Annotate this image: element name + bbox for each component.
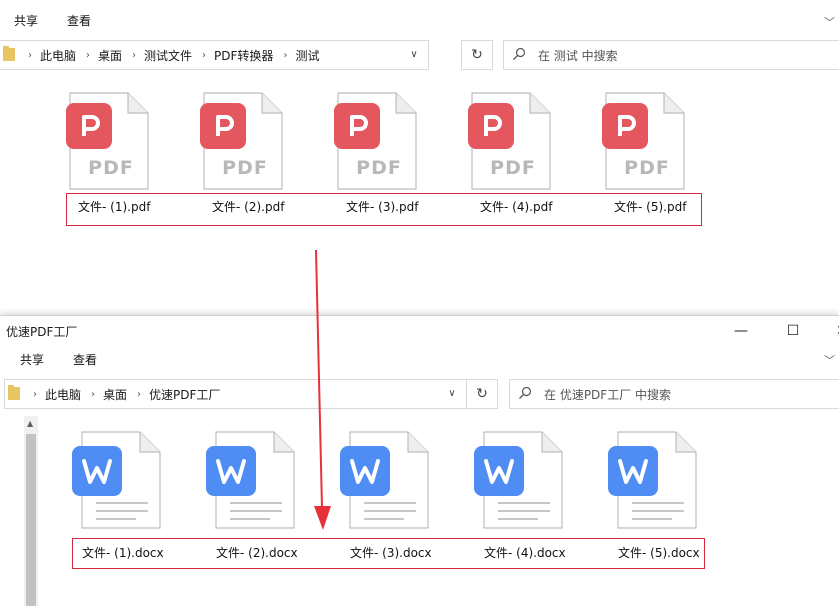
text-lines-icon xyxy=(364,502,416,520)
pdf-label: PDF xyxy=(356,157,402,179)
minimize-icon[interactable]: — xyxy=(718,316,764,346)
breadcrumb-separator-icon[interactable]: › xyxy=(283,50,287,61)
text-lines-icon xyxy=(230,502,282,520)
pdf-badge-icon xyxy=(602,103,648,149)
pdf-label: PDF xyxy=(490,157,536,179)
ribbon-bar: 共享 查看 ﹀ xyxy=(0,346,839,374)
word-badge-icon xyxy=(72,446,122,496)
pdf-file-icon: PDF xyxy=(602,91,686,191)
pdf-file-icon: PDF xyxy=(200,91,284,191)
ribbon-tab-view[interactable]: 查看 xyxy=(67,12,91,29)
pdf-badge-icon xyxy=(334,103,380,149)
maximize-icon[interactable]: ☐ xyxy=(770,316,816,346)
address-bar[interactable]: › 此电脑 › 桌面 › 优速PDF工厂 ∨ xyxy=(4,379,468,409)
breadcrumb-item[interactable]: 测试 xyxy=(295,47,319,64)
scrollbar-thumb[interactable] xyxy=(26,434,36,606)
chevron-down-icon[interactable]: ﹀ xyxy=(824,14,835,30)
ribbon-bar: 共享 查看 ﹀ xyxy=(0,0,839,38)
search-icon xyxy=(513,47,526,60)
folder-icon xyxy=(8,385,20,400)
breadcrumb-separator-icon[interactable]: › xyxy=(202,50,206,61)
word-badge-icon xyxy=(340,446,390,496)
selection-highlight xyxy=(72,538,705,569)
file-list: PDF 文件- (1).pdf PDF 文件- (2).pdf PDF 文件- (3).p… xyxy=(0,72,839,318)
refresh-button[interactable]: ↻ xyxy=(466,379,498,409)
search-box[interactable]: 在 测试 中搜索 xyxy=(503,40,839,70)
breadcrumb-item[interactable]: 优速PDF工厂 xyxy=(149,386,220,403)
search-input[interactable]: 在 测试 中搜索 xyxy=(538,47,618,64)
pdf-badge-icon xyxy=(200,103,246,149)
text-lines-icon xyxy=(498,502,550,520)
word-file-icon xyxy=(608,430,698,530)
breadcrumb-item[interactable]: 桌面 xyxy=(103,386,127,403)
window-title: 优速PDF工厂 xyxy=(6,325,78,339)
file-list: ▲ 文件- (1).docx 文件- (2).docx 文件- (3).docx 文件… xyxy=(0,416,839,606)
breadcrumb-item[interactable]: PDF转换器 xyxy=(214,47,273,64)
scrollbar[interactable] xyxy=(24,72,36,318)
breadcrumb-separator-icon[interactable]: › xyxy=(33,389,37,400)
breadcrumb-separator-icon[interactable]: › xyxy=(28,50,32,61)
breadcrumb-item[interactable]: 测试文件 xyxy=(144,47,192,64)
word-badge-icon xyxy=(206,446,256,496)
text-lines-icon xyxy=(632,502,684,520)
search-input[interactable]: 在 优速PDF工厂 中搜索 xyxy=(544,386,671,403)
explorer-window-youshu: 优速PDF工厂 — ☐ ✕ 共享 查看 ﹀ › 此电脑 › 桌面 › 优速PDF工厂 ∨ … xyxy=(0,315,839,606)
breadcrumb: › 此电脑 › 桌面 › 优速PDF工厂 xyxy=(23,380,220,408)
pdf-label: PDF xyxy=(88,157,134,179)
word-badge-icon xyxy=(608,446,658,496)
search-icon xyxy=(519,386,532,399)
breadcrumb-item[interactable]: 桌面 xyxy=(98,47,122,64)
breadcrumb: › 此电脑 › 桌面 › 测试文件 › PDF转换器 › 测试 xyxy=(18,41,319,69)
scroll-up-icon[interactable]: ▲ xyxy=(27,419,33,428)
word-file-icon xyxy=(474,430,564,530)
word-file-icon xyxy=(340,430,430,530)
text-lines-icon xyxy=(96,502,148,520)
chevron-down-icon[interactable]: ∨ xyxy=(438,380,466,408)
pdf-file-icon: PDF xyxy=(334,91,418,191)
breadcrumb-separator-icon[interactable]: › xyxy=(132,50,136,61)
ribbon-tab-share[interactable]: 共享 xyxy=(14,12,38,29)
pdf-badge-icon xyxy=(468,103,514,149)
breadcrumb-item[interactable]: 此电脑 xyxy=(40,47,76,64)
chevron-down-icon[interactable]: ∨ xyxy=(400,41,428,69)
pdf-file-icon: PDF xyxy=(66,91,150,191)
word-file-icon xyxy=(206,430,296,530)
address-row: › 此电脑 › 桌面 › 优速PDF工厂 ∨ ↻ 在 优速PDF工厂 中搜索 xyxy=(0,379,839,409)
explorer-window-test: 共享 查看 ﹀ › 此电脑 › 桌面 › 测试文件 › PDF转换器 › 测试 ∨ ↻ 在 测试 … xyxy=(0,0,839,318)
refresh-button[interactable]: ↻ xyxy=(461,40,493,70)
folder-icon xyxy=(3,46,15,61)
title-bar: 优速PDF工厂 — ☐ ✕ xyxy=(0,316,839,346)
scrollbar[interactable]: ▲ xyxy=(24,416,38,606)
pdf-label: PDF xyxy=(222,157,268,179)
pdf-file-icon: PDF xyxy=(468,91,552,191)
breadcrumb-separator-icon[interactable]: › xyxy=(137,389,141,400)
chevron-down-icon[interactable]: ﹀ xyxy=(824,352,835,368)
breadcrumb-separator-icon[interactable]: › xyxy=(86,50,90,61)
pdf-badge-icon xyxy=(66,103,112,149)
ribbon-tab-view[interactable]: 查看 xyxy=(73,351,97,368)
close-icon[interactable]: ✕ xyxy=(819,316,839,346)
word-file-icon xyxy=(72,430,162,530)
selection-highlight xyxy=(66,193,702,226)
pdf-label: PDF xyxy=(624,157,670,179)
word-badge-icon xyxy=(474,446,524,496)
search-box[interactable]: 在 优速PDF工厂 中搜索 xyxy=(509,379,839,409)
address-bar[interactable]: › 此电脑 › 桌面 › 测试文件 › PDF转换器 › 测试 ∨ xyxy=(0,40,429,70)
address-row: › 此电脑 › 桌面 › 测试文件 › PDF转换器 › 测试 ∨ ↻ 在 测试 中搜索 xyxy=(0,40,839,70)
ribbon-tab-share[interactable]: 共享 xyxy=(20,351,44,368)
breadcrumb-separator-icon[interactable]: › xyxy=(91,389,95,400)
breadcrumb-item[interactable]: 此电脑 xyxy=(45,386,81,403)
